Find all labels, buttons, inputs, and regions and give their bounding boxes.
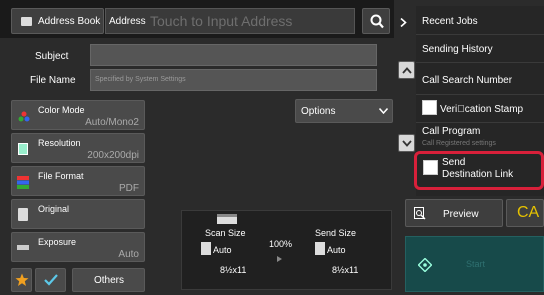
file-format-value: PDF	[119, 183, 139, 194]
exposure-value: Auto	[118, 249, 139, 260]
menu-send-destination-link: Send Destination Link	[442, 157, 514, 180]
scan-paper-size: 8½x11	[220, 265, 247, 275]
original-button[interactable]: Original	[11, 199, 145, 229]
start-button[interactable]: Start	[405, 236, 544, 292]
address-label: Address	[109, 16, 146, 27]
resolution-button[interactable]: Resolution 200x200dpi	[11, 133, 145, 163]
send-destination-link-checkbox[interactable]	[423, 160, 438, 175]
resolution-label: Resolution	[38, 138, 81, 148]
start-diamond-icon	[418, 258, 432, 272]
options-button[interactable]: Options	[295, 99, 393, 123]
exposure-icon	[17, 245, 29, 250]
chevron-right-icon	[400, 18, 407, 27]
file-format-icon	[17, 176, 29, 189]
chevron-down-icon	[379, 108, 388, 114]
exposure-button[interactable]: Exposure Auto	[11, 232, 145, 262]
star-icon	[15, 273, 29, 287]
menu-sending-history[interactable]: Sending History	[422, 44, 493, 55]
menu-recent-jobs[interactable]: Recent Jobs	[422, 16, 478, 27]
send-destination-link-option[interactable]: Send Destination Link	[414, 151, 544, 190]
chevron-down-icon	[402, 140, 412, 147]
resolution-icon	[18, 143, 28, 155]
search-button[interactable]	[362, 8, 390, 34]
original-icon	[18, 208, 28, 221]
favorite-button[interactable]	[11, 268, 32, 292]
search-icon	[370, 14, 384, 29]
exposure-label: Exposure	[38, 237, 77, 247]
options-label: Options	[301, 106, 336, 117]
size-panel: Scan Size Auto 8½x11 100% Send Size Auto…	[181, 210, 392, 290]
zoom-ratio: 100%	[269, 239, 293, 249]
color-mode-button[interactable]: Color Mode Auto/Mono2	[11, 100, 145, 130]
menu-call-program[interactable]: Call Program	[422, 126, 480, 137]
menu-call-registered: Call Registered settings	[422, 140, 496, 147]
file-format-label: File Format	[38, 171, 84, 181]
menu-call-search-number[interactable]: Call Search Number	[422, 75, 512, 86]
send-paper-icon	[315, 242, 325, 255]
resolution-value: 200x200dpi	[87, 150, 139, 161]
arrow-right-icon	[277, 256, 282, 262]
start-label: Start	[466, 259, 486, 269]
subject-field[interactable]	[90, 44, 377, 66]
address-book-icon	[21, 17, 32, 26]
checkmark-icon	[44, 274, 58, 286]
file-name-placeholder: Specified by System Settings	[95, 76, 186, 83]
original-label: Original	[38, 204, 70, 214]
scanner-icon	[217, 214, 237, 224]
preview-label: Preview	[443, 209, 479, 220]
send-paper-size: 8½x11	[332, 265, 359, 275]
send-size-value: Auto	[327, 245, 346, 255]
address-book-label: Address Book	[38, 16, 101, 27]
scan-paper-icon	[201, 242, 211, 255]
address-book-button[interactable]: Address Book	[11, 8, 104, 34]
scroll-down-button[interactable]	[398, 134, 415, 152]
color-mode-value: Auto/Mono2	[85, 117, 139, 128]
others-button[interactable]: Others	[72, 268, 145, 292]
preview-button[interactable]: Preview	[405, 199, 503, 227]
verification-stamp-checkbox[interactable]	[422, 100, 437, 115]
file-name-field[interactable]: Specified by System Settings	[90, 69, 377, 91]
clear-all-button[interactable]: CA	[506, 199, 544, 227]
scan-size-label: Scan Size	[205, 228, 246, 238]
file-name-label: File Name	[30, 75, 76, 86]
color-mode-label: Color Mode	[38, 105, 85, 115]
others-label: Others	[94, 275, 125, 286]
file-format-button[interactable]: File Format PDF	[11, 166, 145, 196]
address-input[interactable]: Address Touch to Input Address	[105, 8, 355, 34]
preview-icon	[414, 207, 426, 220]
collapse-menu-button[interactable]	[396, 10, 412, 34]
send-size-label: Send Size	[315, 228, 357, 238]
scan-size-value: Auto	[213, 245, 232, 255]
address-placeholder: Touch to Input Address	[150, 13, 293, 29]
scroll-up-button[interactable]	[398, 61, 415, 79]
chevron-up-icon	[402, 67, 412, 74]
ca-label: CA	[517, 204, 540, 221]
menu-verification-stamp[interactable]: Veri cation Stamp	[440, 104, 523, 115]
color-mode-icon	[18, 111, 30, 123]
check-button[interactable]	[35, 268, 66, 292]
subject-label: Subject	[35, 51, 69, 62]
